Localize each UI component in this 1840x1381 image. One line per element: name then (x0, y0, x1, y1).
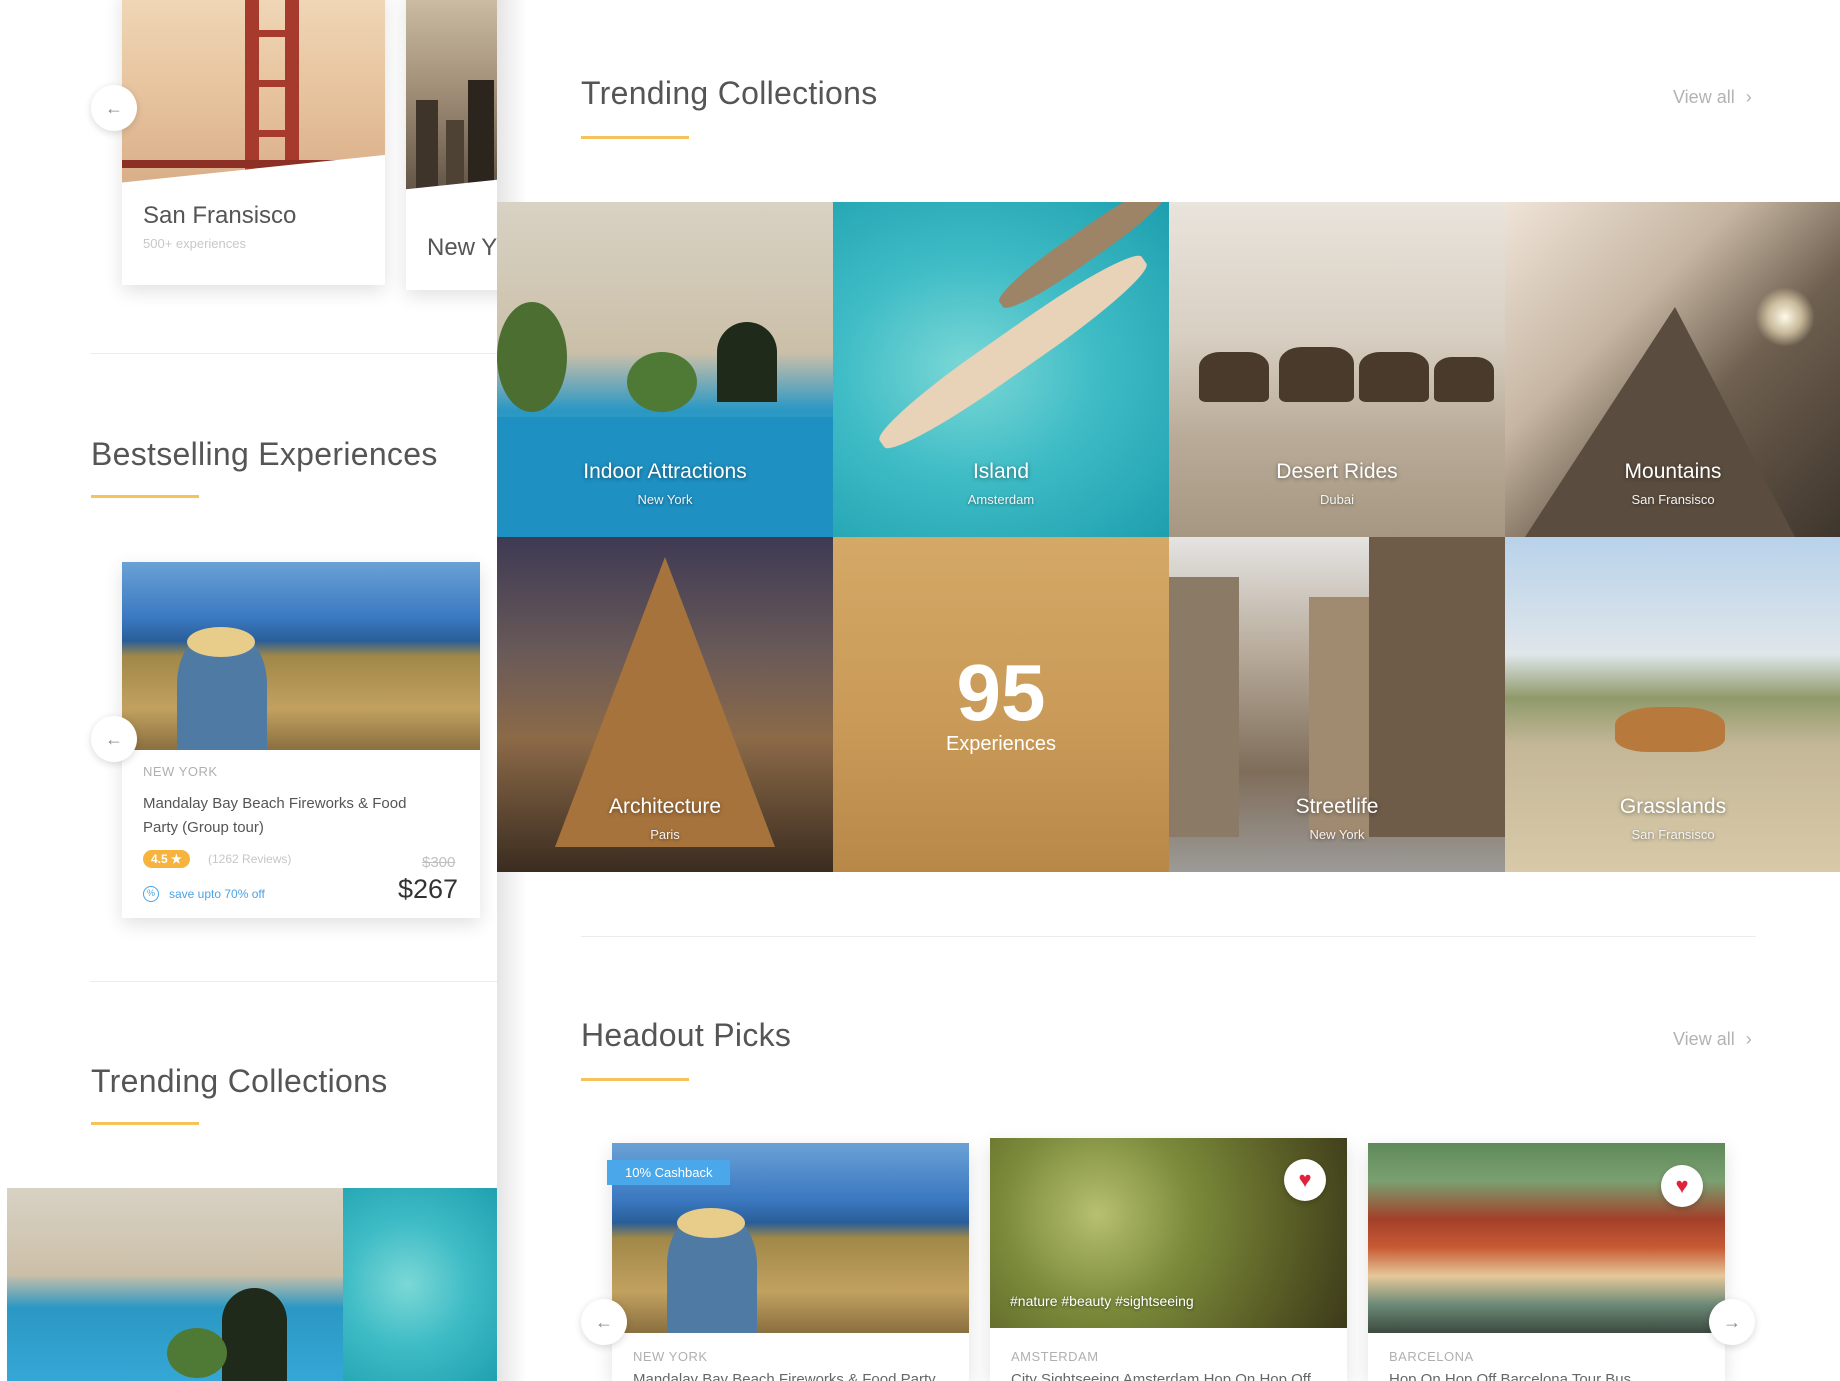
collection-city: Paris (650, 827, 680, 842)
experiences-count: 95 (956, 648, 1046, 737)
city-card-san-francisco[interactable]: San Fransisco 500+ experiences (122, 0, 385, 285)
old-price: $300 (422, 854, 456, 871)
title-underline (581, 1078, 689, 1081)
collection-name: Island (972, 460, 1030, 483)
collection-tile-island[interactable]: Island Amsterdam (833, 202, 1169, 537)
collection-name: Desert Rides (1276, 460, 1398, 483)
title-underline (91, 495, 199, 498)
save-text: save upto 70% off (169, 887, 265, 901)
arrow-left-icon: ← (105, 97, 123, 118)
cashback-badge: 10% Cashback (607, 1160, 731, 1185)
collection-name: Mountains (1624, 460, 1722, 483)
city-card-new-york[interactable]: New Y (406, 0, 497, 290)
collection-city: New York (1309, 827, 1365, 842)
chevron-right-icon: › (1745, 1029, 1752, 1049)
chevron-right-icon: › (1745, 87, 1752, 107)
divider (90, 353, 497, 354)
experiences-label: Experiences (945, 733, 1057, 755)
collection-thumb-island[interactable] (343, 1188, 497, 1381)
collection-name: Grasslands (1619, 795, 1727, 818)
collection-tile-experiences-count[interactable]: 95 Experiences (833, 537, 1169, 872)
city-experience-count: 500+ experiences (143, 236, 246, 251)
collection-city: San Fransisco (1631, 492, 1715, 507)
title-underline (91, 1122, 199, 1125)
divider (581, 936, 1756, 937)
price: $267 (398, 874, 459, 904)
next-pick-button[interactable]: → (1709, 1299, 1755, 1345)
collection-name: Architecture (608, 795, 722, 818)
pick-location: BARCELONA (1389, 1349, 1474, 1364)
divider (90, 981, 497, 982)
prev-city-button[interactable]: ← (91, 85, 137, 131)
collections-grid: Indoor Attractions New York Island Amste… (497, 202, 1840, 872)
section-title: Headout Picks (581, 1017, 792, 1053)
rating-badge: 4.5 ★ (143, 850, 190, 868)
heart-icon: ♥ (1298, 1167, 1312, 1192)
experience-card[interactable]: NEW YORK Mandalay Bay Beach Fireworks & … (122, 562, 480, 918)
city-name: San Fransisco (143, 202, 297, 229)
collection-thumb-indoor[interactable] (7, 1188, 343, 1381)
collection-city: San Fransisco (1631, 827, 1715, 842)
page-title: Trending Collections (581, 75, 878, 111)
hiker-photo (122, 562, 480, 750)
collection-tile-architecture[interactable]: Architecture Paris (497, 537, 833, 872)
experience-title: Mandalay Bay Beach Fireworks & Food Part… (143, 795, 407, 836)
pick-location: AMSTERDAM (1011, 1349, 1099, 1364)
collection-city: Amsterdam (967, 492, 1035, 507)
favorite-button[interactable]: ♥ (1284, 1159, 1326, 1201)
collection-name: Indoor Attractions (583, 460, 747, 483)
section-title: Bestselling Experiences (91, 436, 438, 472)
pick-title: City Sightseeing Amsterdam Hop On Hop Of… (1011, 1371, 1311, 1381)
view-all-label: View all (1673, 87, 1735, 107)
city-name: New Y (427, 234, 497, 261)
experience-location: NEW YORK (143, 764, 218, 779)
pick-title: Hop On Hop Off Barcelona Tour Bus (1389, 1371, 1632, 1381)
title-underline (581, 136, 689, 139)
left-panel: San Fransisco 500+ experiences New Y ← B… (0, 0, 497, 1381)
arrow-left-icon: ← (595, 1311, 613, 1332)
collection-tile-grasslands[interactable]: Grasslands San Fransisco (1505, 537, 1840, 872)
new-york-skyline-photo (406, 0, 497, 200)
heart-icon: ♥ (1675, 1173, 1689, 1198)
photo-tags: #nature #beauty #sightseeing (1010, 1293, 1194, 1309)
prev-pick-button[interactable]: ← (581, 1299, 627, 1345)
collection-name: Streetlife (1295, 795, 1379, 818)
collection-city: Dubai (1320, 492, 1354, 507)
pick-location: NEW YORK (633, 1349, 708, 1364)
view-all-label: View all (1673, 1029, 1735, 1049)
view-all-picks-link[interactable]: View all › (1673, 1029, 1752, 1050)
discount-icon: % (143, 886, 159, 902)
collection-city: New York (637, 492, 693, 507)
review-count: (1262 Reviews) (208, 852, 292, 866)
collection-tile-mountains[interactable]: Mountains San Fransisco (1505, 202, 1840, 537)
arrow-right-icon: → (1723, 1311, 1741, 1332)
arrow-left-icon: ← (105, 728, 123, 749)
collection-tile-desert-rides[interactable]: Desert Rides Dubai (1169, 202, 1505, 537)
collection-tile-indoor-attractions[interactable]: Indoor Attractions New York (497, 202, 833, 537)
pick-card[interactable]: #nature #beauty #sightseeing ♥ AMSTERDAM… (990, 1138, 1347, 1381)
pick-title: Mandalay Bay Beach Fireworks & Food Part… (633, 1371, 936, 1381)
view-all-collections-link[interactable]: View all › (1673, 87, 1752, 108)
favorite-button[interactable]: ♥ (1661, 1165, 1703, 1207)
section-title: Trending Collections (91, 1063, 388, 1099)
pick-card[interactable]: ♥ BARCELONA Hop On Hop Off Barcelona Tou… (1368, 1143, 1725, 1381)
prev-experience-button[interactable]: ← (91, 716, 137, 762)
collection-tile-streetlife[interactable]: Streetlife New York (1169, 537, 1505, 872)
